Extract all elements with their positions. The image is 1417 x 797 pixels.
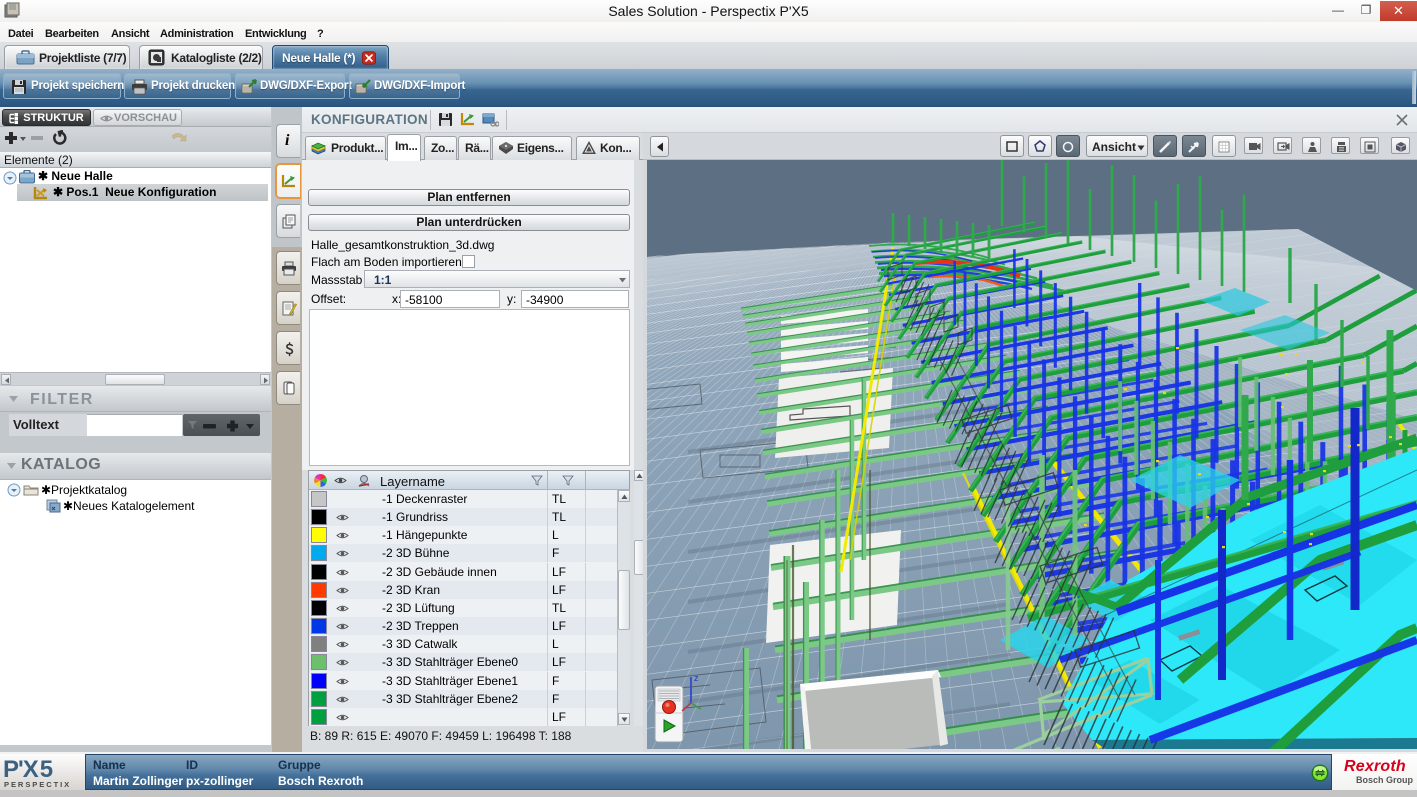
svg-text:P'X5: P'X5 <box>3 756 53 783</box>
svg-text:z: z <box>694 673 699 683</box>
svg-text:PERSPECTIX: PERSPECTIX <box>4 780 71 789</box>
